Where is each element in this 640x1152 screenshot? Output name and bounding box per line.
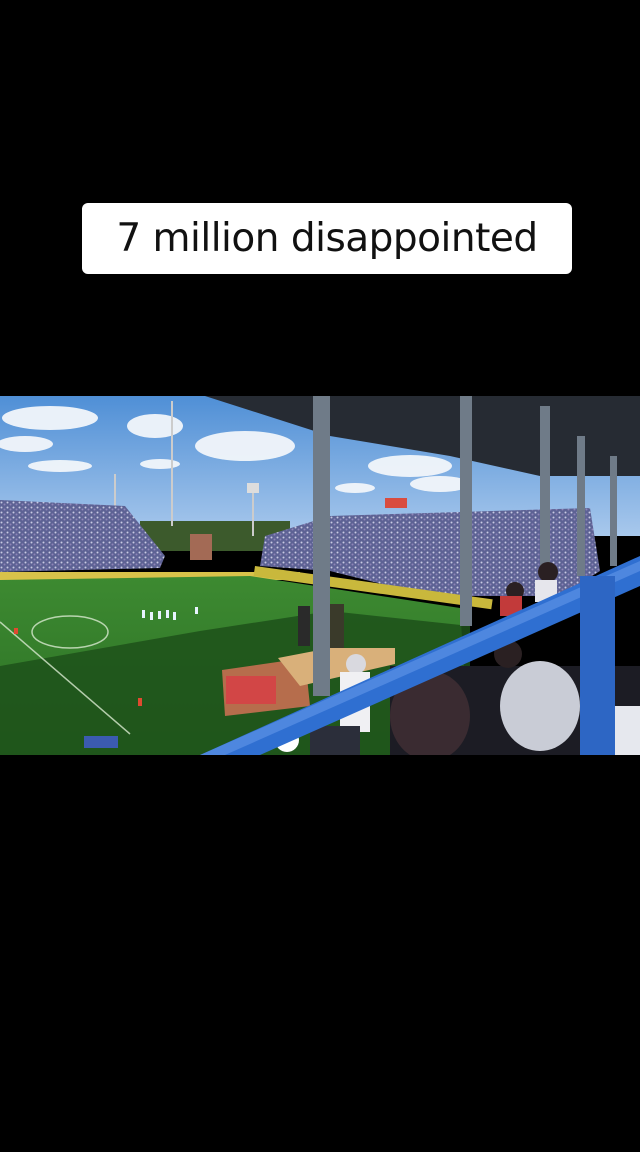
caption-text: 7 million disappointed (116, 216, 538, 261)
video-frame[interactable]: 7 million disappointed (0, 0, 640, 1152)
dugout-banner (226, 676, 276, 704)
building (190, 534, 212, 560)
railing-post (580, 576, 615, 755)
caption-box: 7 million disappointed (82, 203, 572, 274)
stadium-scene-icon (0, 396, 640, 755)
stadium-photo (0, 396, 640, 755)
stadium-sign (385, 498, 407, 508)
